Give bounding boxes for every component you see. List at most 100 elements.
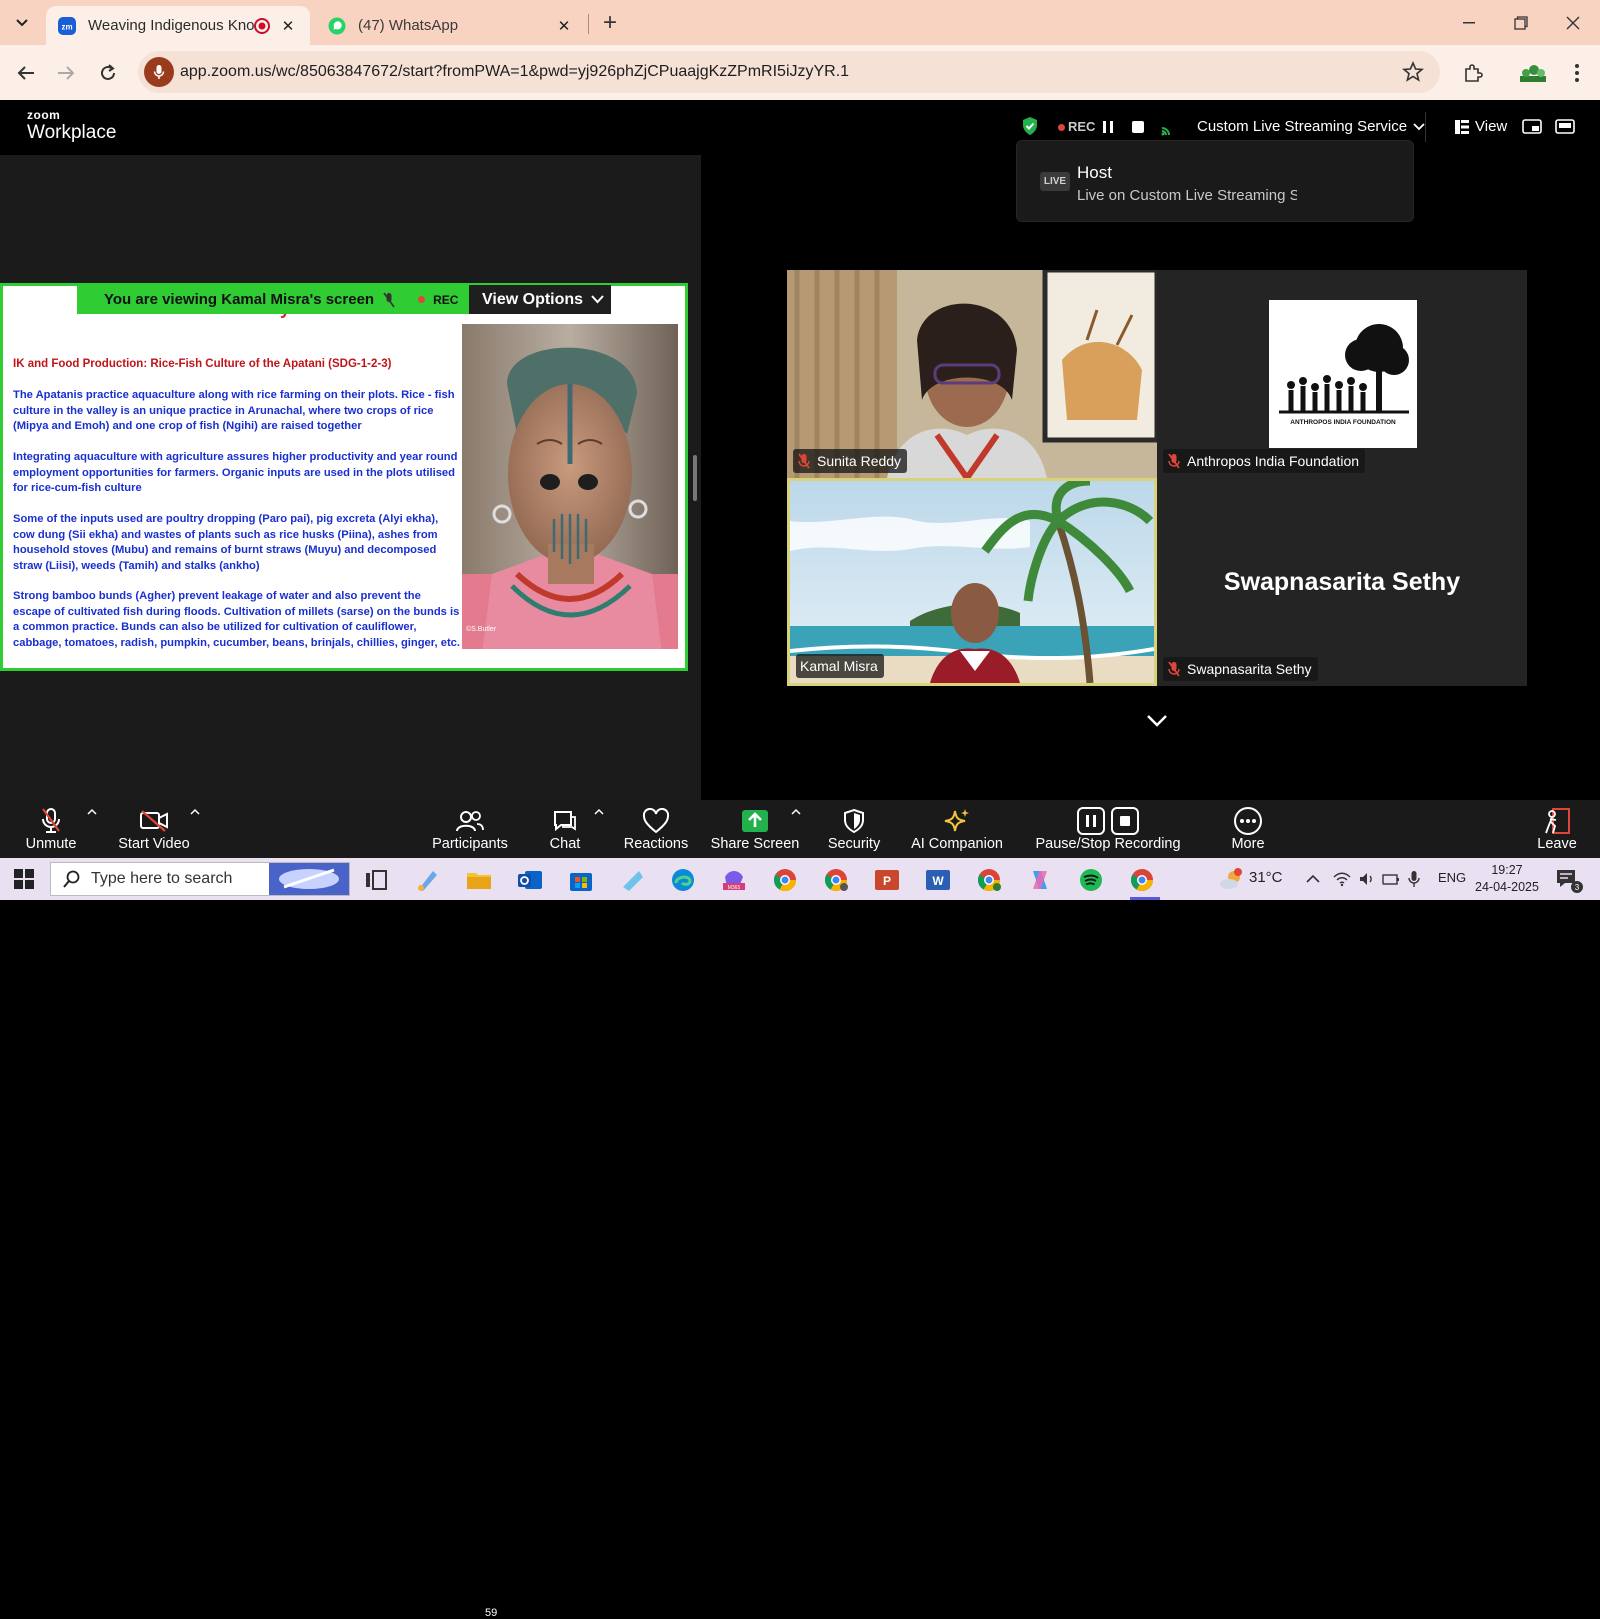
share-screen-button[interactable]: Share Screen: [711, 800, 799, 858]
battery-icon[interactable]: [1382, 871, 1400, 887]
share-options-caret-icon[interactable]: [791, 808, 801, 816]
spotify-icon[interactable]: [1078, 867, 1104, 893]
tab-search-dropdown[interactable]: [8, 9, 36, 37]
pause-stop-recording-button[interactable]: Pause/Stop Recording: [1035, 800, 1181, 858]
anthropos-logo: ANTHROPOS INDIA FOUNDATION: [1269, 300, 1417, 448]
taskbar-search-input[interactable]: Type here to search: [50, 862, 350, 896]
word-icon[interactable]: W: [925, 867, 951, 893]
divider: [1425, 112, 1426, 142]
mic-muted-icon: [798, 453, 810, 469]
participants-button[interactable]: Participants: [432, 800, 508, 858]
notifications-button[interactable]: 3: [1555, 868, 1583, 893]
address-bar[interactable]: app.zoom.us/wc/85063847672/start?fromPWA…: [138, 51, 1440, 93]
windows-start-icon[interactable]: [14, 869, 34, 889]
video-options-caret-icon[interactable]: [190, 808, 200, 816]
edge-icon[interactable]: [670, 867, 696, 893]
close-window-button[interactable]: [1550, 8, 1596, 38]
picture-in-picture-icon[interactable]: [1522, 118, 1542, 136]
more-button[interactable]: More: [1230, 800, 1266, 858]
pause-recording-icon[interactable]: [1102, 120, 1114, 134]
video-tile-swapnasarita-sethy[interactable]: Swapnasarita Sethy Swapnasarita Sethy: [1157, 478, 1527, 686]
fullscreen-icon[interactable]: [1555, 118, 1575, 136]
taskbar-clock[interactable]: 19:27 24-04-2025: [1475, 862, 1539, 896]
security-label: Security: [827, 836, 881, 852]
windows-taskbar: Type here to search M365 P W 31°C ENG 19…: [0, 858, 1600, 900]
video-tile-sunita-reddy[interactable]: Sunita Reddy: [787, 270, 1157, 478]
reactions-button[interactable]: Reactions: [624, 800, 688, 858]
more-vertical-icon: [1575, 64, 1579, 82]
security-button[interactable]: Security: [828, 800, 880, 858]
audio-options-caret-icon[interactable]: [87, 808, 97, 816]
forward-button[interactable]: [51, 58, 81, 88]
unmute-button[interactable]: Unmute: [20, 800, 82, 858]
language-indicator[interactable]: ENG: [1438, 870, 1466, 885]
task-view-icon[interactable]: [363, 867, 389, 893]
browser-menu-button[interactable]: [1562, 58, 1592, 88]
slide-paragraph: The Apatanis practice aquaculture along …: [13, 389, 455, 432]
notification-count: 3: [1571, 881, 1583, 893]
start-video-button[interactable]: Start Video: [117, 800, 191, 858]
profile-avatar-icon: [1520, 65, 1546, 82]
profile-button[interactable]: [1518, 58, 1548, 88]
view-button[interactable]: View: [1455, 118, 1507, 135]
stream-service-label: Custom Live Streaming Service: [1197, 118, 1408, 135]
gallery-expand-chevron-icon[interactable]: [1146, 714, 1168, 728]
chrome-alt-icon[interactable]: [976, 867, 1002, 893]
tab-title: (47) WhatsApp: [358, 17, 459, 34]
live-streaming-dropdown[interactable]: Custom Live Streaming Service: [1197, 118, 1425, 135]
encryption-shield-icon[interactable]: [1021, 116, 1039, 136]
powerpoint-icon[interactable]: P: [874, 867, 900, 893]
bookmark-star-icon[interactable]: [1402, 61, 1424, 83]
participant-name-label: Swapnasarita Sethy: [1163, 657, 1318, 681]
search-placeholder: Type here to search: [91, 870, 233, 887]
stop-icon: [1111, 807, 1139, 835]
chevron-down-icon: [1413, 122, 1425, 130]
participant-name-label: Kamal Misra: [796, 654, 884, 678]
back-button[interactable]: [11, 58, 41, 88]
chat-label: Chat: [549, 836, 581, 852]
recording-dot-icon: [418, 296, 426, 303]
stop-recording-icon[interactable]: [1132, 121, 1144, 133]
svg-text:M365: M365: [728, 885, 741, 891]
live-host-title: Host: [1077, 163, 1112, 182]
chat-button[interactable]: Chat: [548, 800, 582, 858]
microphone-in-use-icon[interactable]: [1408, 870, 1420, 888]
extensions-button[interactable]: [1458, 58, 1488, 88]
new-tab-button[interactable]: +: [596, 9, 624, 37]
puzzle-icon: [1465, 64, 1483, 82]
zoom-icon: zm: [58, 16, 76, 35]
splitter-handle[interactable]: [693, 455, 697, 501]
chat-options-caret-icon[interactable]: [594, 808, 604, 816]
outlook-icon[interactable]: [517, 867, 543, 893]
volume-icon[interactable]: [1358, 871, 1376, 887]
tab-close-icon[interactable]: ✕: [554, 16, 574, 36]
leave-button[interactable]: Leave: [1537, 800, 1577, 858]
video-tile-kamal-misra[interactable]: Kamal Misra: [787, 478, 1157, 686]
m365-icon[interactable]: M365: [721, 867, 747, 893]
snipping-tool-icon[interactable]: [619, 867, 645, 893]
tab-zoom-meeting[interactable]: zm Weaving Indigenous Knowle ✕: [46, 6, 310, 45]
live-stream-icon: [1161, 127, 1170, 136]
minimize-button[interactable]: [1446, 8, 1492, 38]
tray-chevron-up-icon[interactable]: [1305, 871, 1321, 887]
weather-icon[interactable]: [1218, 867, 1244, 893]
reload-button[interactable]: [93, 58, 123, 88]
chrome-active-icon[interactable]: [1129, 867, 1155, 893]
tab-close-icon[interactable]: ✕: [278, 16, 298, 36]
file-explorer-icon[interactable]: [466, 867, 492, 893]
ai-companion-button[interactable]: AI Companion: [911, 800, 1003, 858]
view-options-button[interactable]: View Options: [469, 285, 611, 314]
share-screen-icon: [742, 810, 768, 832]
maximize-button[interactable]: [1498, 8, 1544, 38]
tab-whatsapp[interactable]: (47) WhatsApp ✕: [316, 6, 586, 45]
microsoft-store-icon[interactable]: [568, 867, 594, 893]
chrome-icon[interactable]: [772, 867, 798, 893]
slide-paragraph: Integrating aquaculture with agriculture…: [13, 451, 458, 494]
viewing-text: You are viewing Kamal Misra's screen: [104, 291, 375, 308]
copilot-icon[interactable]: [1027, 867, 1053, 893]
paint-app-icon[interactable]: [415, 867, 441, 893]
wifi-icon[interactable]: [1333, 871, 1351, 887]
video-tile-anthropos-india-foundation[interactable]: ANTHROPOS INDIA FOUNDATION Anthropos Ind…: [1157, 270, 1527, 478]
site-info-button[interactable]: [144, 57, 174, 87]
chrome-profile-icon[interactable]: [823, 867, 849, 893]
